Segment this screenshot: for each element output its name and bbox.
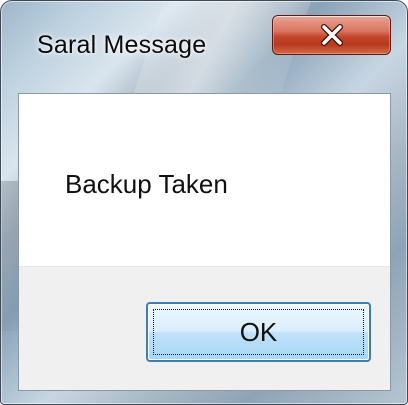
window-title: Saral Message [37, 31, 207, 59]
title-bar[interactable]: Saral Message [1, 1, 407, 93]
ok-button[interactable]: OK [146, 302, 371, 362]
close-icon [320, 24, 343, 46]
message-area: Backup Taken [19, 94, 390, 266]
message-dialog: Saral Message Backup Taken OK [0, 0, 408, 405]
close-button[interactable] [272, 15, 391, 55]
button-footer: OK [19, 266, 390, 390]
ok-button-label: OK [239, 316, 278, 347]
message-text: Backup Taken [65, 169, 228, 199]
dialog-client-area: Backup Taken OK [18, 93, 391, 391]
